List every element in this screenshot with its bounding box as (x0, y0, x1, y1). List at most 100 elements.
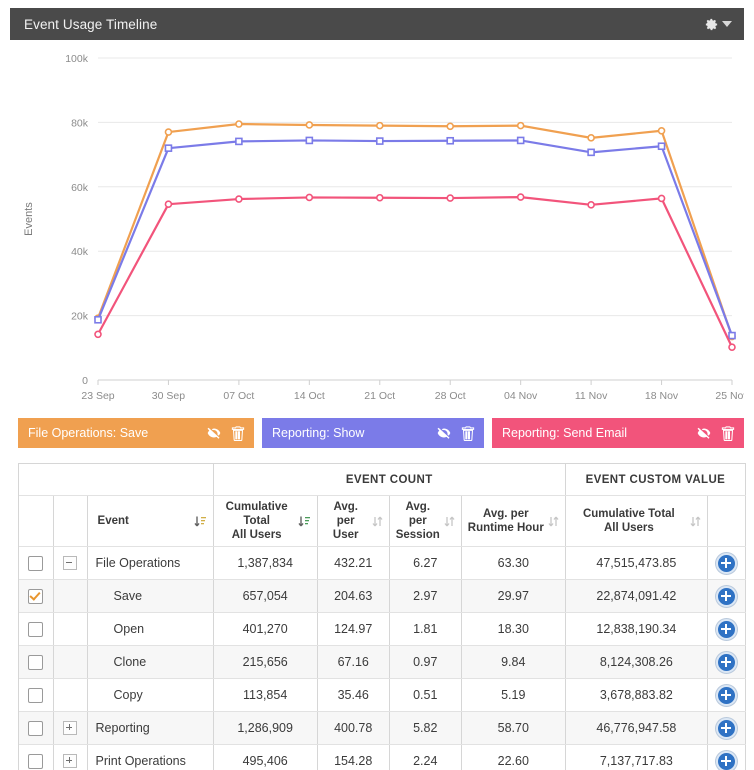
data-point[interactable] (305, 193, 314, 202)
data-point[interactable] (235, 120, 243, 128)
row-checkbox[interactable] (28, 588, 44, 604)
row-expander-cell[interactable] (53, 546, 88, 580)
data-point[interactable] (516, 193, 525, 201)
column-header-cum_total_all_users[interactable]: Cumulative Total All Users (213, 495, 318, 547)
eye-slash-icon[interactable] (696, 426, 712, 440)
data-point[interactable] (305, 136, 314, 145)
legend-badge[interactable]: File Operations: Save (18, 418, 254, 448)
sort-icon[interactable] (444, 515, 455, 528)
data-point[interactable] (164, 200, 173, 208)
add-series-cell[interactable] (707, 546, 747, 580)
hide-series-button[interactable] (696, 426, 712, 440)
column-header-event[interactable]: Event (87, 495, 214, 547)
add-series-cell[interactable] (707, 612, 747, 646)
legend-badge[interactable]: Reporting: Send Email (492, 418, 744, 448)
data-point[interactable] (587, 134, 595, 142)
delete-series-button[interactable] (231, 425, 245, 441)
hide-series-button[interactable] (206, 426, 222, 440)
row-checkbox[interactable] (28, 753, 44, 769)
column-header-avg_per_user[interactable]: Avg. per User (317, 495, 390, 547)
eye-slash-icon[interactable] (436, 426, 452, 440)
plus-circle-icon[interactable] (715, 717, 737, 739)
data-point[interactable] (587, 201, 595, 209)
add-series-cell[interactable] (707, 744, 747, 770)
data-point[interactable] (375, 121, 384, 130)
data-point[interactable] (516, 121, 525, 130)
data-point[interactable] (728, 343, 736, 351)
column-header-ecv_cum_total_all_users[interactable]: Cumulative Total All Users (565, 495, 708, 547)
sort-icon[interactable] (372, 515, 383, 528)
plus-circle-icon[interactable] (715, 684, 737, 706)
data-point[interactable] (375, 193, 384, 202)
add-series-cell[interactable] (707, 579, 747, 613)
row-expander-cell[interactable] (53, 744, 88, 770)
panel-settings-button[interactable] (704, 17, 732, 32)
table-row[interactable]: Open 401,270 124.97 1.81 18.30 12,838,190.34 (19, 612, 747, 646)
trash-icon[interactable] (231, 425, 245, 441)
delete-series-button[interactable] (721, 425, 735, 441)
row-checkbox[interactable] (28, 654, 44, 670)
chart-series[interactable] (94, 136, 736, 340)
plus-circle-icon[interactable] (715, 750, 737, 770)
row-checkbox[interactable] (28, 621, 44, 637)
row-select-cell[interactable] (19, 579, 54, 613)
data-point[interactable] (516, 136, 525, 145)
delete-series-button[interactable] (461, 425, 475, 441)
data-point[interactable] (587, 148, 595, 157)
table-row[interactable]: File Operations 1,387,834 432.21 6.27 63.30 4… (19, 546, 747, 580)
row-select-cell[interactable] (19, 612, 54, 646)
sort-icon[interactable] (690, 515, 701, 528)
data-point[interactable] (94, 330, 102, 339)
chart-series[interactable] (94, 193, 736, 351)
data-point[interactable] (446, 122, 455, 131)
expand-row-icon[interactable] (63, 754, 78, 769)
row-checkbox[interactable] (28, 555, 44, 571)
data-point[interactable] (657, 194, 666, 203)
legend-badge[interactable]: Reporting: Show (262, 418, 484, 448)
table-row[interactable]: Save 657,054 204.63 2.97 29.97 22,874,091.42 (19, 579, 747, 613)
expand-row-icon[interactable] (63, 721, 78, 736)
table-row[interactable]: Clone 215,656 67.16 0.97 9.84 8,124,308.26 (19, 645, 747, 679)
data-point[interactable] (375, 137, 384, 145)
table-row[interactable]: Copy 113,854 35.46 0.51 5.19 3,678,883.82 (19, 678, 747, 712)
data-point[interactable] (305, 121, 314, 129)
event-usage-line-chart[interactable]: 0 20k 40k 60k 80k 100k Events 23 Sep 30 Sep 07 Oc… (10, 40, 744, 408)
row-select-cell[interactable] (19, 711, 54, 745)
row-select-cell[interactable] (19, 546, 54, 580)
row-checkbox[interactable] (28, 720, 44, 736)
data-point[interactable] (164, 144, 173, 152)
add-series-cell[interactable] (707, 645, 747, 679)
add-series-cell[interactable] (707, 678, 747, 712)
data-point[interactable] (446, 194, 455, 202)
plus-circle-icon[interactable] (715, 618, 737, 640)
plus-circle-icon[interactable] (715, 552, 737, 574)
data-point[interactable] (728, 331, 736, 340)
collapse-row-icon[interactable] (63, 556, 78, 571)
trash-icon[interactable] (461, 425, 475, 441)
plus-circle-icon[interactable] (715, 651, 737, 673)
hide-series-button[interactable] (436, 426, 452, 440)
plus-circle-icon[interactable] (715, 585, 737, 607)
chart-series[interactable] (94, 120, 736, 341)
row-select-cell[interactable] (19, 645, 54, 679)
sort-icon[interactable] (194, 515, 207, 528)
data-point[interactable] (94, 315, 102, 324)
trash-icon[interactable] (721, 425, 735, 441)
column-header-avg_per_runtime_hour[interactable]: Avg. per Runtime Hour (461, 495, 566, 547)
data-point[interactable] (235, 195, 243, 203)
row-select-cell[interactable] (19, 744, 54, 770)
table-row[interactable]: Print Operations 495,406 154.28 2.24 22.60 7,… (19, 744, 747, 770)
row-select-cell[interactable] (19, 678, 54, 712)
sort-icon[interactable] (298, 515, 311, 528)
data-point[interactable] (446, 136, 455, 145)
add-series-cell[interactable] (707, 711, 747, 745)
data-point[interactable] (235, 137, 243, 146)
data-point[interactable] (657, 126, 666, 135)
data-point[interactable] (657, 142, 666, 151)
row-expander-cell[interactable] (53, 711, 88, 745)
table-row[interactable]: Reporting 1,286,909 400.78 5.82 58.70 46,776,… (19, 711, 747, 745)
row-checkbox[interactable] (28, 687, 44, 703)
eye-slash-icon[interactable] (206, 426, 222, 440)
sort-icon[interactable] (548, 515, 559, 528)
data-point[interactable] (164, 128, 173, 136)
